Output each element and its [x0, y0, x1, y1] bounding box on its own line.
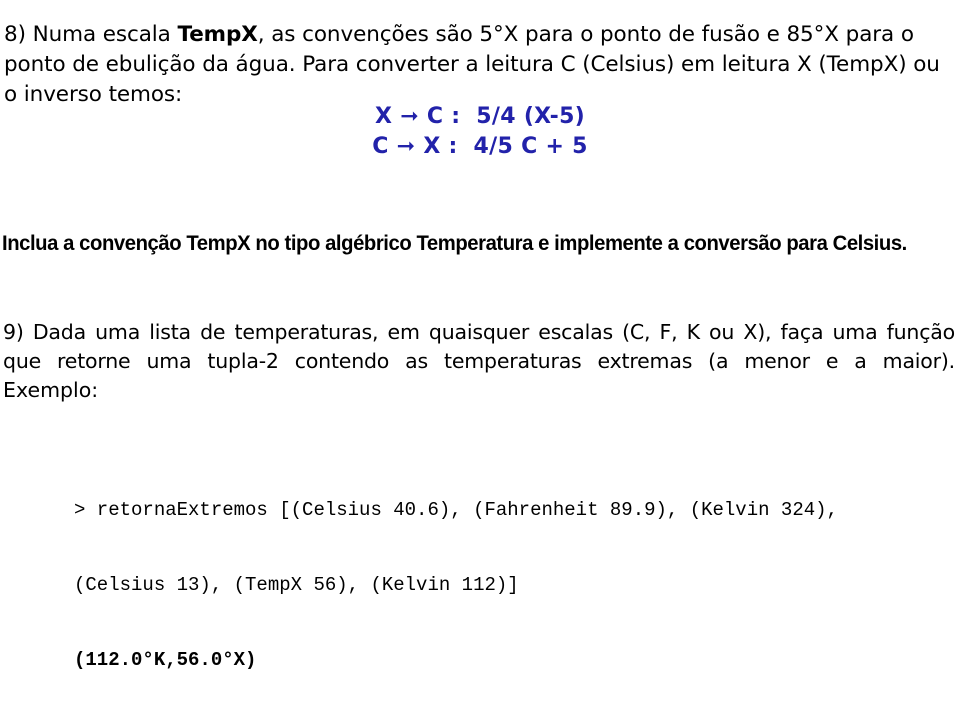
conversion-formula-block: X ➞ C : 5/4 (X-5) C ➞ X : 4/5 C + 5: [0, 102, 960, 162]
exercise-8-statement: 8) Numa escala TempX, as convenções são …: [4, 20, 958, 110]
tempx-bold-suffix: X: [241, 21, 258, 47]
exercise-9-statement-line-2: que retorne uma tupla-2 contendo as temp…: [3, 349, 955, 373]
code-line-2: (Celsius 13), (TempX 56), (Kelvin 112)]: [74, 574, 519, 596]
tempx-bold-label: Temp: [177, 21, 242, 47]
exercise-8-statement-part-2: , as convenções são 5: [257, 21, 494, 47]
code-line-1: > retornaExtremos [(Celsius 40.6), (Fahr…: [74, 499, 838, 521]
formula-x-to-c: X ➞ C : 5/4 (X-5): [374, 104, 586, 129]
code-line-result: (112.0°K,56.0°X): [74, 649, 257, 671]
formula-c-to-x: C ➞ X : 4/5 C + 5: [372, 134, 588, 159]
degree-symbol-boiling: °: [813, 21, 825, 47]
example-label: Exemplo:: [3, 378, 99, 402]
example-code-block: > retornaExtremos [(Celsius 40.6), (Fahr…: [74, 448, 954, 723]
exercise-9-statement-line-1: 9) Dada uma lista de temperaturas, em qu…: [3, 320, 955, 344]
exercise-8-statement-part-3: X para o ponto de fusão e 85: [503, 21, 814, 47]
exercise-8-statement-part-1: 8) Numa escala: [4, 21, 178, 47]
document-page: 8) Numa escala TempX, as convenções são …: [0, 0, 960, 672]
exercise-8-instruction: Inclua a convenção TempX no tipo algébri…: [2, 232, 907, 255]
degree-symbol-fusion: °: [493, 21, 504, 47]
exercise-9-statement: 9) Dada uma lista de temperaturas, em qu…: [3, 318, 955, 376]
